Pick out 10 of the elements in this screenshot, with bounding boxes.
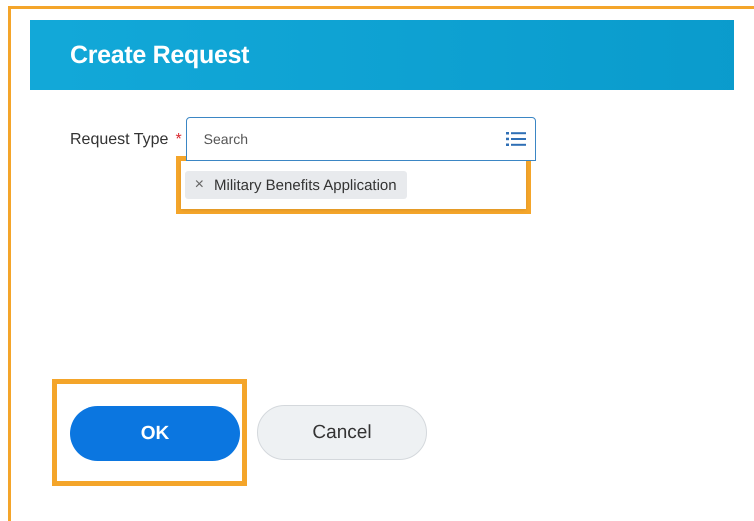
field-label: Request Type	[70, 131, 168, 149]
ok-button[interactable]: OK	[70, 406, 240, 461]
cancel-button[interactable]: Cancel	[257, 405, 427, 460]
dialog-title: Create Request	[70, 40, 250, 70]
required-mark: *	[175, 131, 182, 149]
selected-chip[interactable]: × Military Benefits Application	[184, 171, 407, 199]
search-field[interactable]: Search	[186, 117, 536, 161]
remove-icon[interactable]: ×	[194, 176, 204, 194]
list-icon[interactable]	[506, 131, 526, 147]
chip-label: Military Benefits Application	[214, 176, 397, 194]
